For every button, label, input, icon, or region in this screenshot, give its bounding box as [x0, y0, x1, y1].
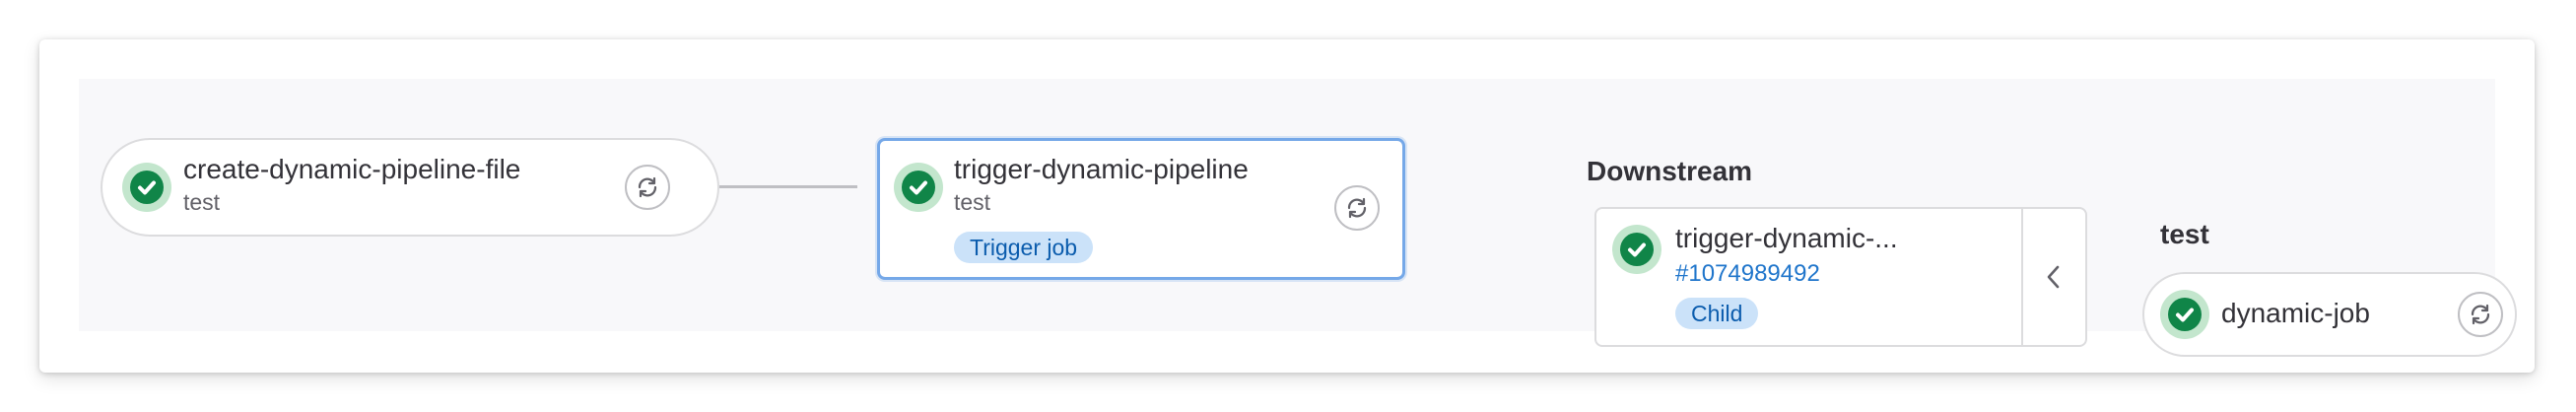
job-name: trigger-dynamic-pipeline [954, 154, 1249, 184]
job-name: create-dynamic-pipeline-file [183, 154, 521, 184]
retry-icon [638, 176, 657, 198]
success-status-icon [894, 163, 943, 212]
job-connector-line [719, 185, 857, 188]
job-dynamic-job[interactable]: dynamic-job [2142, 272, 2517, 357]
success-status-icon [1612, 225, 1661, 274]
retry-icon [2471, 304, 2490, 325]
downstream-pipeline-card[interactable]: trigger-dynamic-... #1074989492 Child [1594, 207, 2087, 347]
pipeline-graph-canvas: create-dynamic-pipeline-file test trigge… [79, 79, 2517, 357]
retry-button[interactable] [625, 165, 670, 210]
child-badge: Child [1675, 298, 1759, 329]
job-stage: test [954, 189, 991, 215]
retry-button[interactable] [1334, 185, 1380, 231]
trigger-job-badge: Trigger job [954, 232, 1094, 263]
retry-button[interactable] [2458, 292, 2503, 337]
job-stage: test [183, 189, 221, 215]
collapse-downstream-button[interactable] [2023, 209, 2085, 345]
job-name: dynamic-job [2221, 298, 2370, 328]
chevron-left-icon [2047, 265, 2060, 289]
pipeline-graph-card: create-dynamic-pipeline-file test trigge… [39, 39, 2535, 373]
success-status-icon [122, 163, 171, 212]
downstream-title: Downstream [1587, 156, 1753, 186]
downstream-pipeline-name: trigger-dynamic-... [1675, 223, 1898, 253]
job-create-dynamic-pipeline-file[interactable]: create-dynamic-pipeline-file test [101, 138, 719, 237]
retry-icon [1347, 197, 1367, 219]
pipeline-graph-page: create-dynamic-pipeline-file test trigge… [0, 0, 2576, 412]
downstream-pipeline-link[interactable]: #1074989492 [1675, 260, 1820, 288]
stage-title-test: test [2160, 219, 2209, 249]
job-trigger-dynamic-pipeline[interactable]: trigger-dynamic-pipeline test Trigger jo… [877, 138, 1405, 280]
success-status-icon [2160, 290, 2209, 339]
